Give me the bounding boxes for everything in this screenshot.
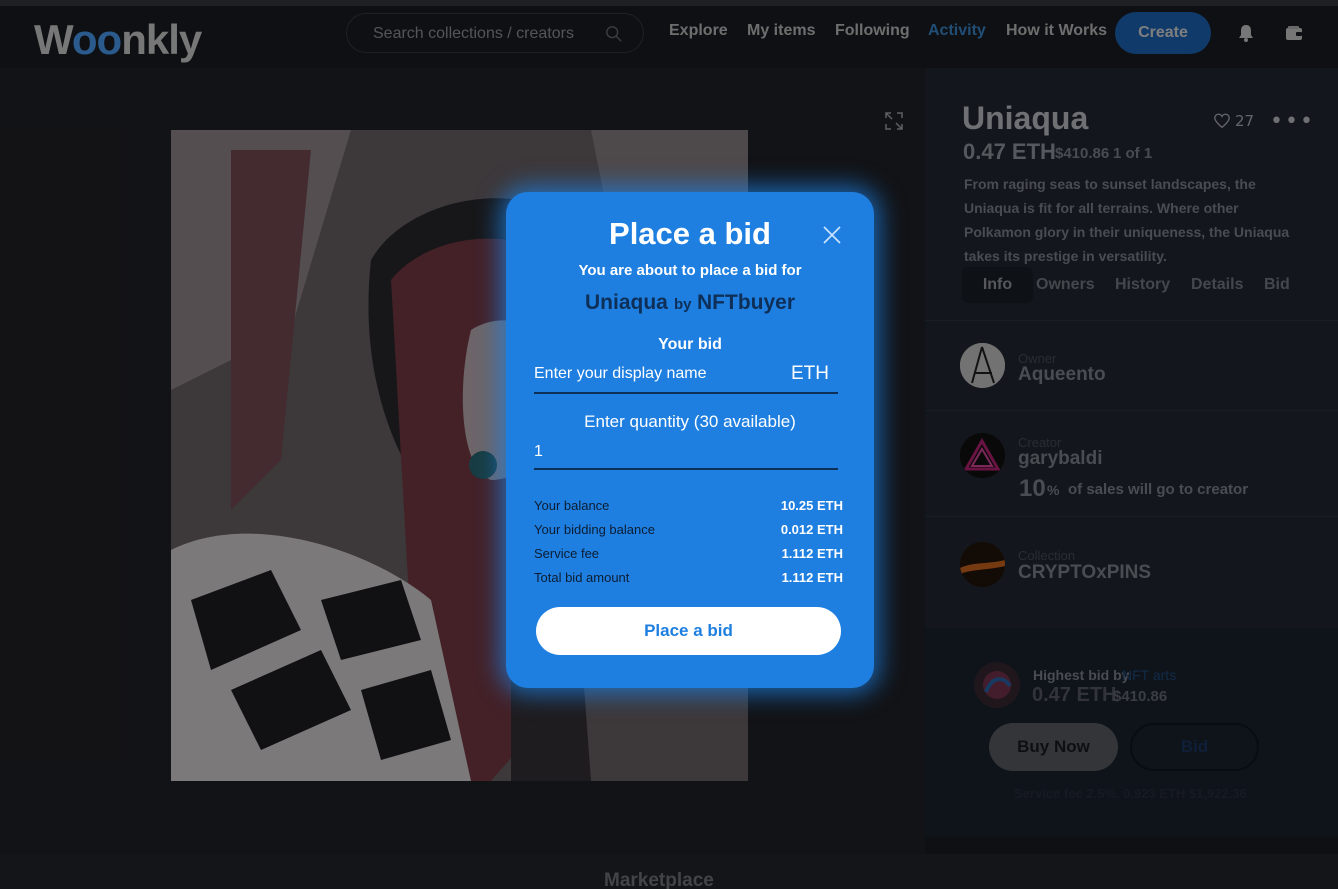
modal-title: Place a bid xyxy=(609,216,771,251)
quantity-field[interactable] xyxy=(534,440,838,470)
total-bid-row: Total bid amount 1.112 ETH xyxy=(534,570,843,585)
service-fee-row: Service fee 1.112 ETH xyxy=(534,546,843,561)
quantity-label: Enter quantity (30 available) xyxy=(584,412,796,431)
your-bid-label: Your bid xyxy=(658,336,722,353)
balance-value: 10.25 ETH xyxy=(780,498,843,513)
service-fee-label: Service fee xyxy=(534,546,600,561)
total-bid-label: Total bid amount xyxy=(534,570,630,585)
bid-unit-label: ETH xyxy=(791,363,829,384)
service-fee-value: 1.112 ETH xyxy=(781,546,843,561)
quantity-input[interactable] xyxy=(534,440,774,464)
bidding-balance-value: 0.012 ETH xyxy=(780,522,843,537)
total-bid-value: 1.112 ETH xyxy=(781,570,843,585)
bid-amount-input[interactable] xyxy=(534,362,774,386)
modal-subtitle: You are about to place a bid for xyxy=(578,262,802,279)
modal-creator-name: NFTbuyer xyxy=(697,291,796,314)
modal-by-label: by xyxy=(674,296,692,313)
close-icon[interactable] xyxy=(822,225,842,245)
balance-label: Your balance xyxy=(534,498,610,513)
bidding-balance-row: Your bidding balance 0.012 ETH xyxy=(534,522,843,537)
modal-item-name: Uniaqua xyxy=(585,291,668,314)
bidding-balance-label: Your bidding balance xyxy=(534,522,655,537)
balance-row: Your balance 10.25 ETH xyxy=(534,498,843,513)
place-bid-button[interactable]: Place a bid xyxy=(536,607,841,655)
place-bid-modal: Place a bid You are about to place a bid… xyxy=(506,192,874,688)
